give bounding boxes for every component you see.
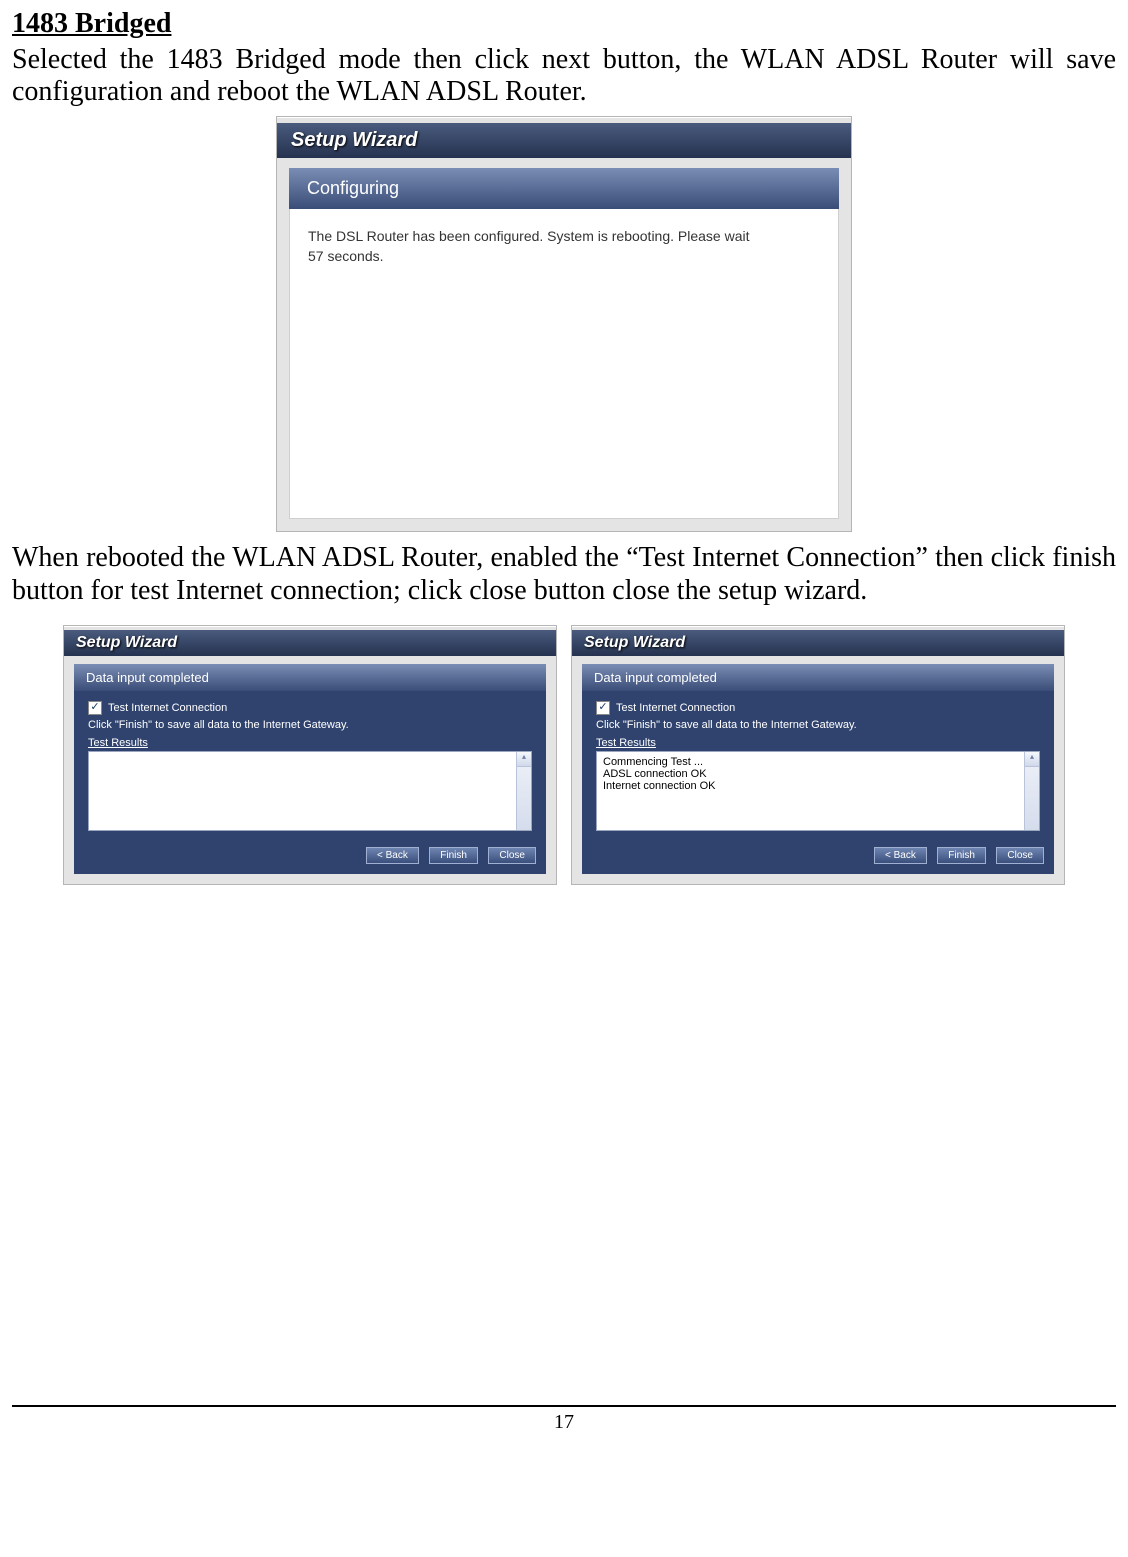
finish-button[interactable]: Finish xyxy=(937,847,986,864)
results-line1: Commencing Test ... xyxy=(603,756,1033,768)
wizard-configuring: Setup Wizard Configuring The DSL Router … xyxy=(276,116,852,532)
wizard-subtitle: Data input completed xyxy=(582,664,1054,691)
wizard-data-input-right: Setup Wizard Data input completed ✓ Test… xyxy=(571,625,1065,885)
wizard-subtitle: Data input completed xyxy=(74,664,546,691)
wizard-blue-body: ✓ Test Internet Connection Click "Finish… xyxy=(74,691,546,839)
test-results-label: Test Results xyxy=(88,737,532,749)
finish-help-text: Click "Finish" to save all data to the I… xyxy=(88,719,532,731)
test-results-textarea[interactable]: ▴ xyxy=(88,751,532,831)
finish-button[interactable]: Finish xyxy=(429,847,478,864)
wizard-title: Setup Wizard xyxy=(64,630,556,656)
back-button[interactable]: < Back xyxy=(366,847,419,864)
wizard-title: Setup Wizard xyxy=(572,630,1064,656)
wizard-row: Setup Wizard Data input completed ✓ Test… xyxy=(12,625,1116,885)
scroll-up-icon[interactable]: ▴ xyxy=(517,752,531,767)
paragraph-1: Selected the 1483 Bridged mode then clic… xyxy=(12,44,1116,108)
test-internet-label: Test Internet Connection xyxy=(616,702,735,714)
button-row: < Back Finish Close xyxy=(74,839,546,874)
page-footer: 17 xyxy=(12,1405,1116,1434)
test-internet-checkbox[interactable]: ✓ xyxy=(88,701,102,715)
results-line3: Internet connection OK xyxy=(603,780,1033,792)
button-row: < Back Finish Close xyxy=(582,839,1054,874)
test-internet-label: Test Internet Connection xyxy=(108,702,227,714)
wizard-blue-body: ✓ Test Internet Connection Click "Finish… xyxy=(582,691,1054,839)
close-button[interactable]: Close xyxy=(488,847,536,864)
scrollbar[interactable]: ▴ xyxy=(1024,752,1039,830)
config-msg-line1: The DSL Router has been configured. Syst… xyxy=(308,227,820,247)
finish-help-text: Click "Finish" to save all data to the I… xyxy=(596,719,1040,731)
test-results-textarea[interactable]: Commencing Test ... ADSL connection OK I… xyxy=(596,751,1040,831)
config-msg-line2: 57 seconds. xyxy=(308,247,820,267)
wizard-title: Setup Wizard xyxy=(277,123,851,158)
results-line2: ADSL connection OK xyxy=(603,768,1033,780)
wizard-body: The DSL Router has been configured. Syst… xyxy=(289,209,839,519)
back-button[interactable]: < Back xyxy=(874,847,927,864)
scroll-up-icon[interactable]: ▴ xyxy=(1025,752,1039,767)
test-internet-checkbox[interactable]: ✓ xyxy=(596,701,610,715)
page-number: 17 xyxy=(554,1411,574,1433)
wizard-data-input-left: Setup Wizard Data input completed ✓ Test… xyxy=(63,625,557,885)
test-results-label: Test Results xyxy=(596,737,1040,749)
close-button[interactable]: Close xyxy=(996,847,1044,864)
wizard-subtitle-configuring: Configuring xyxy=(289,168,839,209)
section-heading: 1483 Bridged xyxy=(12,8,1116,40)
paragraph-2: When rebooted the WLAN ADSL Router, enab… xyxy=(12,542,1116,606)
scrollbar[interactable]: ▴ xyxy=(516,752,531,830)
